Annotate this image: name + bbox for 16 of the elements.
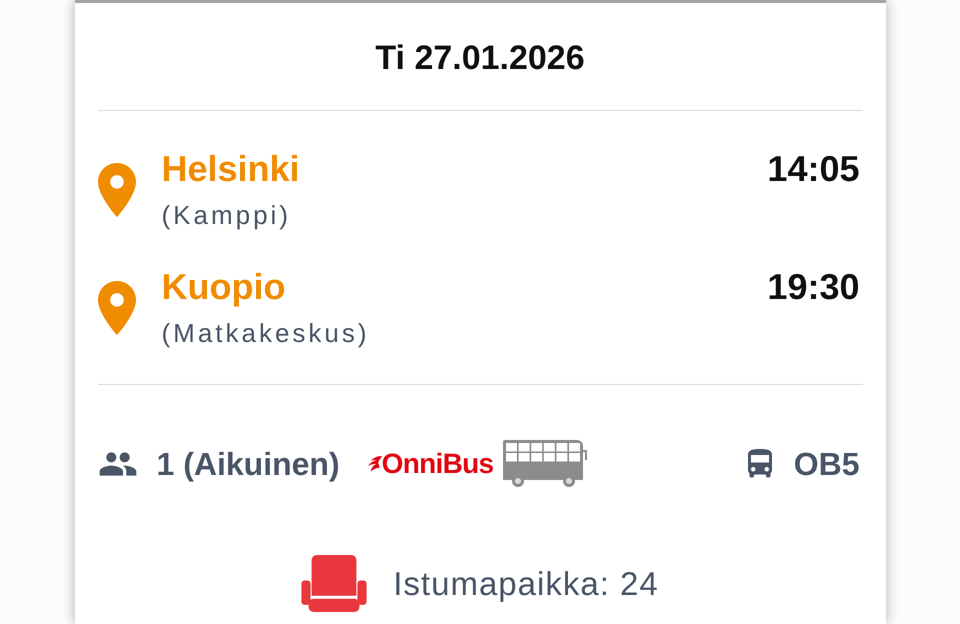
seat-number: Istumapaikka: 24	[393, 564, 659, 604]
city-name: Kuopio	[162, 267, 286, 307]
location-pin-icon	[98, 281, 136, 335]
stop-time: 19:30	[767, 267, 860, 307]
flame-icon	[368, 454, 382, 472]
armchair-icon	[301, 555, 368, 612]
passenger-count: 1 (Aikuinen)	[156, 444, 340, 484]
city-name: Helsinki	[162, 149, 300, 189]
operator-logo-text: OnniBus	[382, 446, 494, 480]
station-name: (Kamppi)	[162, 199, 291, 231]
date-heading: Ti 27.01.2026	[375, 38, 585, 78]
station-name: (Matkakeskus)	[162, 317, 370, 349]
stop-time: 14:05	[767, 149, 860, 189]
line-number: OB5	[794, 444, 860, 484]
location-pin-icon	[98, 163, 136, 217]
double-decker-bus-icon	[503, 440, 588, 487]
